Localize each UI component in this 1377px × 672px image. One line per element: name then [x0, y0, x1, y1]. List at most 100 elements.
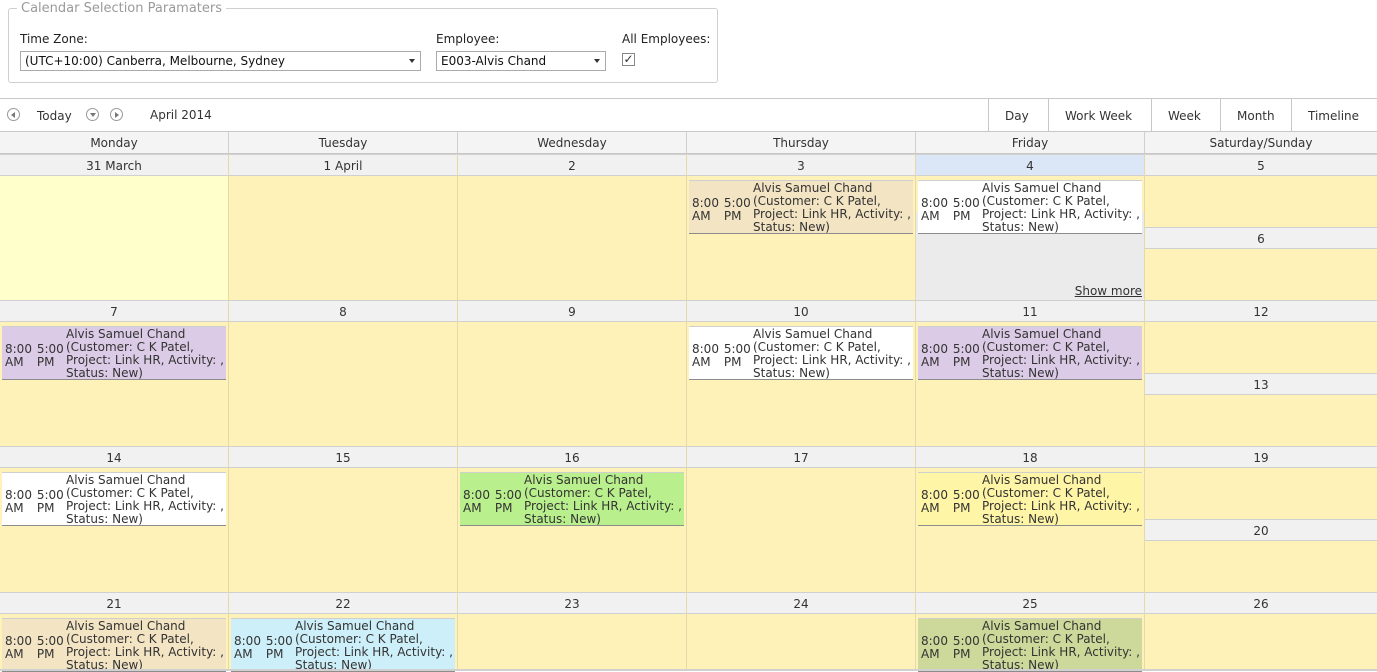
- appointment-end-ampm: PM: [36, 647, 55, 661]
- weekend-cell: 12 13: [1145, 300, 1377, 446]
- appointment-end-ampm: PM: [952, 501, 971, 515]
- appointment[interactable]: 8:00 5:00 AM PM Alvis Samuel Chand (Custome…: [918, 180, 1142, 234]
- day-number: 11: [916, 300, 1144, 322]
- appointment-description: Alvis Samuel Chand (Customer: C K Patel, P…: [982, 328, 1140, 380]
- timezone-dropdown[interactable]: (UTC+10:00) Canberra, Melbourne, Sydney: [20, 51, 421, 71]
- sunday-cell[interactable]: 13: [1145, 373, 1377, 446]
- appointment-start-ampm: AM: [921, 355, 940, 369]
- view-timeline-button[interactable]: Timeline: [1291, 99, 1377, 131]
- appointment[interactable]: 8:00 5:00 AM PM Alvis Samuel Chand (Custome…: [918, 326, 1142, 380]
- saturday-cell[interactable]: 19: [1145, 446, 1377, 519]
- appointment-start-ampm: AM: [921, 647, 940, 661]
- weekend-cell: 19 20: [1145, 446, 1377, 592]
- appointment[interactable]: 8:00 5:00 AM PM Alvis Samuel Chand (Custome…: [689, 326, 913, 380]
- appointment[interactable]: 8:00 5:00 AM PM Alvis Samuel Chand (Custome…: [918, 472, 1142, 526]
- header-tuesday: Tuesday: [229, 132, 458, 153]
- appointment-line: Status: New): [982, 366, 1059, 380]
- day-cell[interactable]: 2: [458, 154, 687, 300]
- view-day-button[interactable]: Day: [988, 99, 1048, 131]
- appointment-start-ampm: AM: [692, 355, 711, 369]
- day-number: 4: [916, 154, 1144, 176]
- sunday-cell[interactable]: 6: [1145, 227, 1377, 300]
- day-number: 12: [1145, 300, 1377, 322]
- saturday-cell[interactable]: 26: [1145, 592, 1377, 665]
- day-cell[interactable]: 4 8:00 5:00 AM PM Alvis Samuel Chand (Custo…: [916, 154, 1145, 300]
- appointment-start-ampm: AM: [921, 501, 940, 515]
- appointment[interactable]: 8:00 5:00 AM PM Alvis Samuel Chand (Custome…: [2, 326, 226, 380]
- appointment-times: 8:00 5:00 AM PM: [921, 197, 983, 223]
- week-row: 31 March 1 April 2 3 8:00 5:00 AM PM Alvis…: [0, 154, 1377, 300]
- day-number: 14: [0, 446, 228, 468]
- all-employees-checkbox[interactable]: ✓: [622, 53, 635, 66]
- day-cell[interactable]: 25 8:00 5:00 AM PM Alvis Samuel Chand (Cust…: [916, 592, 1145, 672]
- day-number: 9: [458, 300, 686, 322]
- appointment-times: 8:00 5:00 AM PM: [921, 489, 983, 515]
- appointment-end-ampm: PM: [723, 355, 742, 369]
- today-button[interactable]: Today: [37, 109, 72, 123]
- appointment-times: 8:00 5:00 AM PM: [5, 635, 67, 661]
- appointment-end-ampm: PM: [952, 209, 971, 223]
- day-cell[interactable]: 1 April: [229, 154, 458, 300]
- appointment-start-ampm: AM: [234, 647, 253, 661]
- sunday-cell[interactable]: 20: [1145, 519, 1377, 592]
- appointment-description: Alvis Samuel Chand (Customer: C K Patel, P…: [295, 620, 453, 672]
- appointment[interactable]: 8:00 5:00 AM PM Alvis Samuel Chand (Custome…: [2, 472, 226, 526]
- day-cell[interactable]: 14 8:00 5:00 AM PM Alvis Samuel Chand (Cust…: [0, 446, 229, 592]
- day-cell[interactable]: 31 March: [0, 154, 229, 300]
- day-cell[interactable]: 10 8:00 5:00 AM PM Alvis Samuel Chand (Cust…: [687, 300, 916, 446]
- day-cell[interactable]: 11 8:00 5:00 AM PM Alvis Samuel Chand (Cust…: [916, 300, 1145, 446]
- timezone-label: Time Zone:: [20, 32, 88, 46]
- day-headers: Monday Tuesday Wednesday Thursday Friday…: [0, 132, 1377, 154]
- day-cell[interactable]: 15: [229, 446, 458, 592]
- day-number: 5: [1145, 154, 1377, 176]
- appointment[interactable]: 8:00 5:00 AM PM Alvis Samuel Chand (Custome…: [460, 472, 684, 526]
- appointment-start-ampm: AM: [463, 501, 482, 515]
- previous-icon[interactable]: [7, 108, 20, 121]
- appointment-times: 8:00 5:00 AM PM: [921, 635, 983, 661]
- view-work-week-button[interactable]: Work Week: [1048, 99, 1151, 131]
- appointment-description: Alvis Samuel Chand (Customer: C K Patel, P…: [982, 182, 1140, 234]
- appointment-description: Alvis Samuel Chand (Customer: C K Patel, P…: [524, 474, 682, 526]
- day-number: 18: [916, 446, 1144, 468]
- all-employees-label: All Employees:: [622, 32, 711, 46]
- appointment-start-ampm: AM: [5, 355, 24, 369]
- saturday-cell[interactable]: 5: [1145, 154, 1377, 227]
- employee-label: Employee:: [436, 32, 500, 46]
- day-cell[interactable]: 22 8:00 5:00 AM PM Alvis Samuel Chand (Cust…: [229, 592, 458, 672]
- header-wednesday: Wednesday: [458, 132, 687, 153]
- appointment-times: 8:00 5:00 AM PM: [463, 489, 525, 515]
- date-picker-icon[interactable]: [86, 108, 99, 121]
- appointment-end-ampm: PM: [265, 647, 284, 661]
- day-cell[interactable]: 3 8:00 5:00 AM PM Alvis Samuel Chand (Custo…: [687, 154, 916, 300]
- weekend-cell: 26: [1145, 592, 1377, 669]
- day-cell[interactable]: 21 8:00 5:00 AM PM Alvis Samuel Chand (Cust…: [0, 592, 229, 672]
- day-cell[interactable]: 16 8:00 5:00 AM PM Alvis Samuel Chand (Cust…: [458, 446, 687, 592]
- timezone-value: (UTC+10:00) Canberra, Melbourne, Sydney: [25, 54, 285, 68]
- day-cell[interactable]: 23: [458, 592, 687, 669]
- current-period: April 2014: [150, 108, 212, 122]
- appointment-end-ampm: PM: [36, 355, 55, 369]
- appointment-times: 8:00 5:00 AM PM: [234, 635, 296, 661]
- appointment[interactable]: 8:00 5:00 AM PM Alvis Samuel Chand (Custome…: [2, 618, 226, 672]
- calendar-toolbar: Today April 2014 Day Work Week Week Mont…: [0, 98, 1377, 132]
- appointment[interactable]: 8:00 5:00 AM PM Alvis Samuel Chand (Custome…: [689, 180, 913, 234]
- day-cell[interactable]: 9: [458, 300, 687, 446]
- show-more-link[interactable]: Show more: [1075, 284, 1142, 298]
- day-cell[interactable]: 18 8:00 5:00 AM PM Alvis Samuel Chand (Cust…: [916, 446, 1145, 592]
- chevron-down-icon: [594, 59, 600, 63]
- next-icon[interactable]: [110, 108, 123, 121]
- day-number: 1 April: [229, 154, 457, 176]
- appointment[interactable]: 8:00 5:00 AM PM Alvis Samuel Chand (Custome…: [231, 618, 455, 672]
- day-cell[interactable]: 8: [229, 300, 458, 446]
- employee-dropdown[interactable]: E003-Alvis Chand: [436, 51, 606, 71]
- day-cell[interactable]: 17: [687, 446, 916, 592]
- view-week-button[interactable]: Week: [1151, 99, 1220, 131]
- view-month-button[interactable]: Month: [1220, 99, 1291, 131]
- day-number: 3: [687, 154, 915, 176]
- appointment-line: Status: New): [524, 512, 601, 526]
- day-cell[interactable]: 7 8:00 5:00 AM PM Alvis Samuel Chand (Custo…: [0, 300, 229, 446]
- appointment[interactable]: 8:00 5:00 AM PM Alvis Samuel Chand (Custome…: [918, 618, 1142, 672]
- saturday-cell[interactable]: 12: [1145, 300, 1377, 373]
- day-cell[interactable]: 24: [687, 592, 916, 669]
- appointment-start-ampm: AM: [5, 647, 24, 661]
